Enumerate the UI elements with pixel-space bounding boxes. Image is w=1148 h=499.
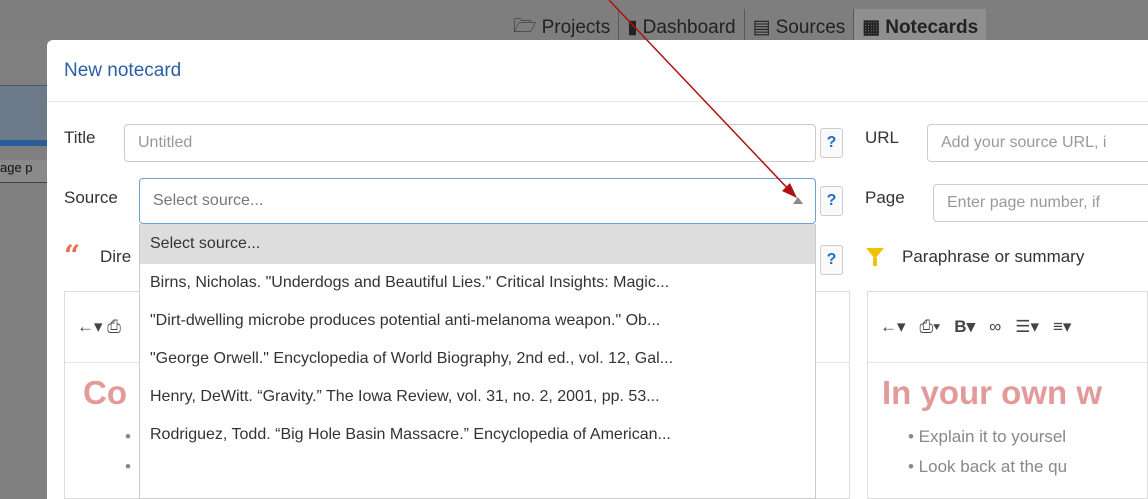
- new-notecard-modal: New notecard Title Untitled ? URL Add yo…: [47, 40, 1148, 499]
- paraphrase-editor-bullet: • Explain it to yoursel: [908, 427, 1067, 446]
- dropdown-option[interactable]: Henry, DeWitt. “Gravity.” The Iowa Revie…: [140, 378, 815, 416]
- source-select-value: Select source...: [153, 192, 264, 209]
- url-input[interactable]: Add your source URL, i: [927, 124, 1148, 162]
- background-left-strip: [0, 140, 47, 146]
- dropdown-option[interactable]: "George Orwell." Encyclopedia of World B…: [140, 340, 815, 378]
- dropdown-option[interactable]: Birns, Nicholas. "Underdogs and Beautifu…: [140, 264, 815, 302]
- bold-icon[interactable]: B▾: [954, 317, 975, 337]
- folder-icon: 🗁: [513, 15, 537, 37]
- background-left-label: age p: [0, 160, 47, 183]
- tab-sources[interactable]: ▤ Sources: [743, 9, 854, 40]
- dropdown-option[interactable]: Select source...: [140, 224, 815, 264]
- paste-icon[interactable]: ⎙▾: [920, 317, 941, 337]
- quote-editor-bullet: •: [125, 457, 131, 476]
- tab-notecards[interactable]: ▦ Notecards: [853, 9, 987, 40]
- paraphrase-editor-bullet: • Look back at the qu: [908, 457, 1068, 476]
- modal-header: New notecard: [47, 40, 1148, 102]
- source-dropdown-list[interactable]: Select source... Birns, Nicholas. "Under…: [139, 224, 816, 499]
- dropdown-option[interactable]: Rodriguez, Todd. “Big Hole Basin Massacr…: [140, 416, 815, 454]
- page-label: Page: [865, 188, 905, 207]
- dropdown-option[interactable]: "Dirt-dwelling microbe produces potentia…: [140, 302, 815, 340]
- modal-title: New notecard: [64, 60, 182, 81]
- quote-help-button[interactable]: ?: [820, 245, 843, 275]
- quote-icon: “: [64, 239, 81, 272]
- paraphrase-label: Paraphrase or summary: [902, 247, 1085, 266]
- source-label: Source: [64, 188, 118, 207]
- quote-editor-heading: Co: [83, 374, 127, 411]
- direct-quote-label: Dire: [100, 247, 132, 266]
- list-icon: ▤: [752, 17, 771, 38]
- list-icon[interactable]: ☰▾: [1015, 317, 1039, 337]
- bar-chart-icon: ▮: [627, 17, 638, 38]
- background-nav-tabs: 🗁 Projects ▮ Dashboard ▤ Sources ▦ Notec…: [505, 9, 987, 40]
- indent-icon[interactable]: ≡▾: [1053, 317, 1071, 337]
- url-label: URL: [865, 128, 900, 147]
- title-label: Title: [64, 128, 96, 147]
- title-input[interactable]: Untitled: [124, 124, 816, 162]
- link-icon[interactable]: ∞: [989, 317, 1001, 337]
- caret-up-icon: [793, 197, 803, 204]
- paraphrase-editor-toolbar[interactable]: ←▾ ⎙▾ B▾ ∞ ☰▾ ≡▾: [868, 292, 1147, 363]
- tab-dashboard[interactable]: ▮ Dashboard: [618, 9, 743, 40]
- quote-editor-bullet: •: [125, 427, 131, 446]
- undo-icon[interactable]: ←▾: [880, 317, 906, 337]
- source-help-button[interactable]: ?: [820, 186, 843, 216]
- paraphrase-editor[interactable]: ←▾ ⎙▾ B▾ ∞ ☰▾ ≡▾ In your own w • Explain…: [867, 291, 1148, 499]
- page-input[interactable]: Enter page number, if: [933, 184, 1148, 222]
- title-help-button[interactable]: ?: [820, 128, 843, 158]
- grid-icon: ▦: [862, 17, 881, 38]
- tab-projects[interactable]: 🗁 Projects: [505, 9, 618, 40]
- source-select[interactable]: Select source...: [139, 178, 816, 224]
- paraphrase-editor-heading: In your own w: [882, 374, 1102, 411]
- background-left-panel: [0, 85, 47, 141]
- filter-icon-stem: [873, 258, 877, 266]
